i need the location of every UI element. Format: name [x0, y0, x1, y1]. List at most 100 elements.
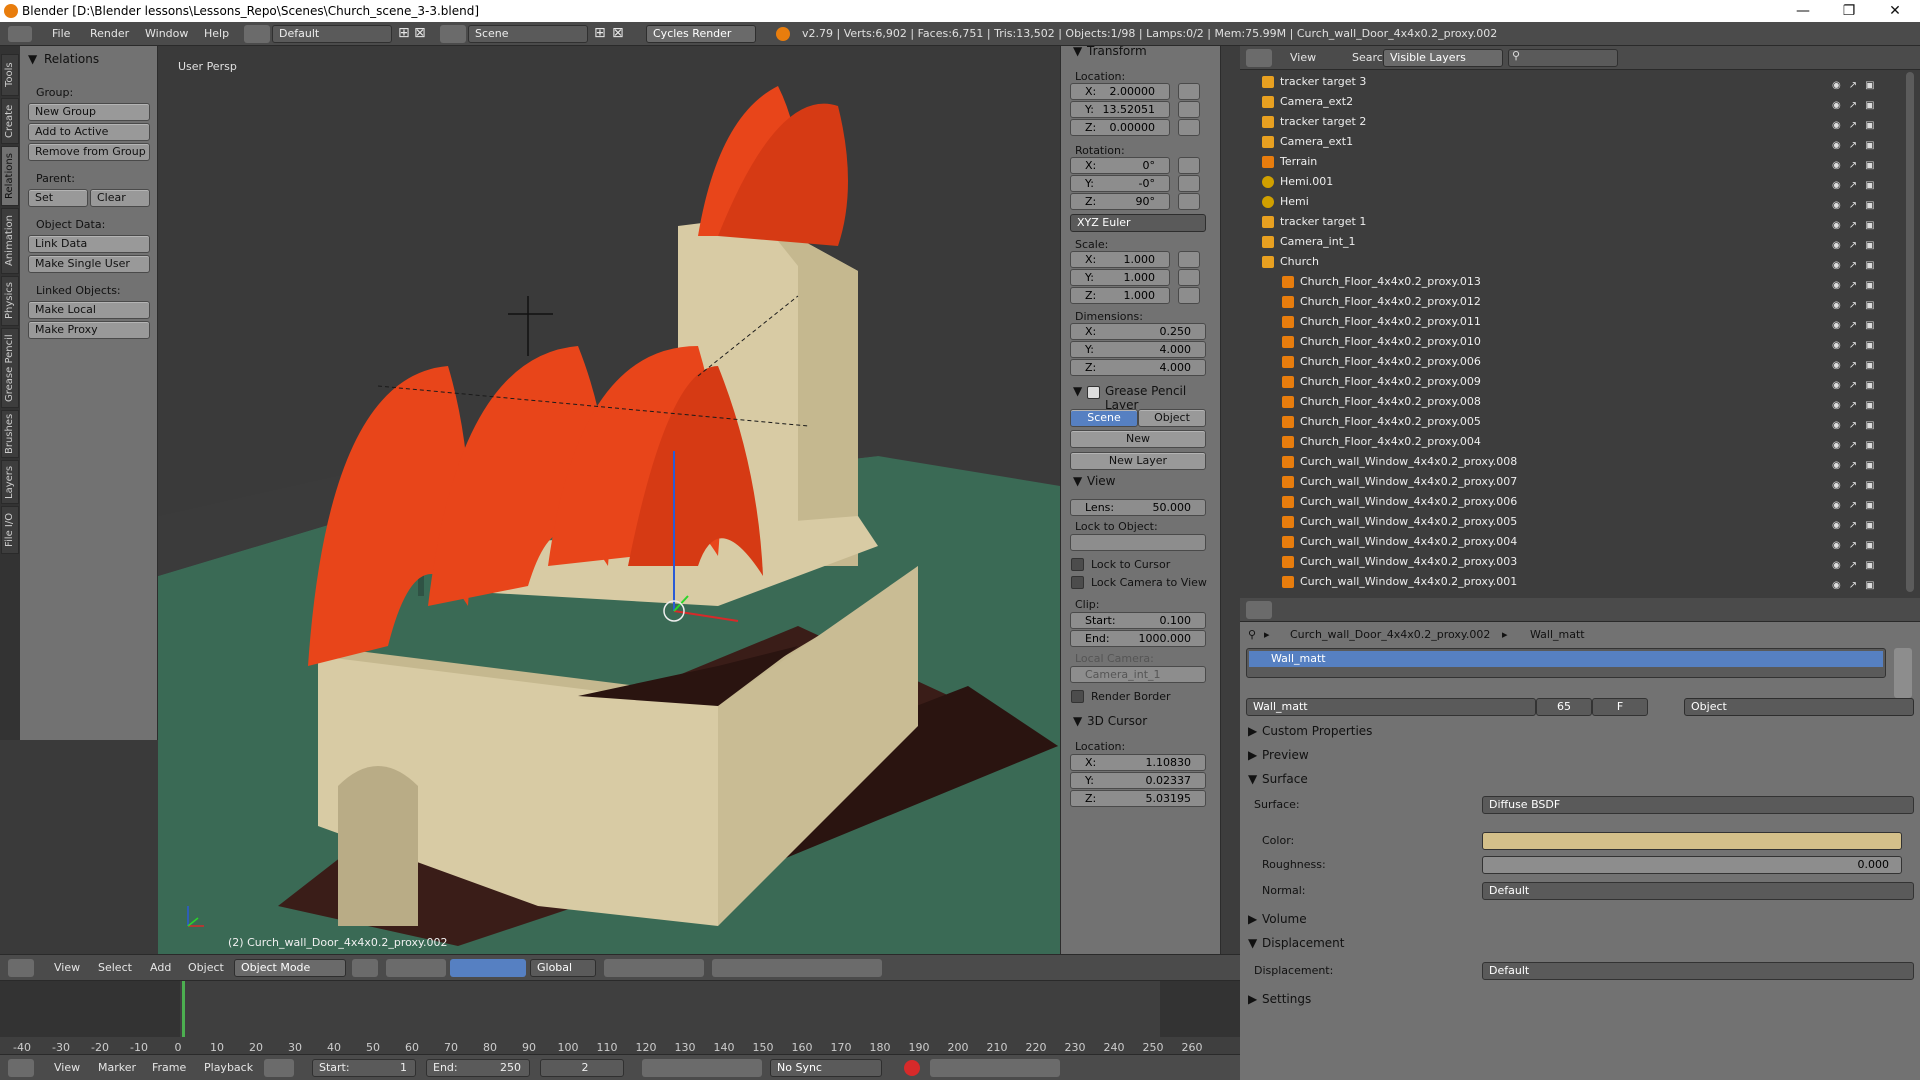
visibility-icons[interactable]: ◉↗▣	[1832, 576, 1892, 591]
displacement-field[interactable]: Default	[1482, 962, 1914, 980]
lock-icon[interactable]	[1178, 157, 1200, 174]
visibility-icons[interactable]: ◉↗▣	[1832, 396, 1892, 411]
menu-file[interactable]: File	[52, 27, 70, 40]
close-button[interactable]: ✕	[1872, 0, 1918, 22]
outliner-row[interactable]: Curch_wall_Window_4x4x0.2_proxy.004 ◉↗▣	[1240, 532, 1900, 552]
scene-icon[interactable]	[440, 25, 466, 43]
gp-new-layer-button[interactable]: New Layer	[1070, 452, 1206, 470]
menu-render[interactable]: Render	[90, 27, 129, 40]
3d-viewport[interactable]: User Persp (2) Curch_wall_Door_4x4x0.2_p…	[158, 46, 1060, 954]
current-frame-field[interactable]: 2	[540, 1059, 624, 1077]
outliner-row[interactable]: Church_Floor_4x4x0.2_proxy.012 ◉↗▣	[1240, 292, 1900, 312]
timeline[interactable]: -40 -30 -20 -10 0 10 20 30 40 50 60 70 80 90 100 110 120…	[0, 980, 1240, 1054]
snap-render-icons[interactable]	[712, 959, 882, 977]
visibility-icons[interactable]: ◉↗▣	[1832, 116, 1892, 131]
visibility-icons[interactable]: ◉↗▣	[1832, 476, 1892, 491]
tab-physics[interactable]: Physics	[1, 276, 19, 326]
scene-field[interactable]: Scene	[468, 25, 588, 43]
visibility-icons[interactable]: ◉↗▣	[1832, 516, 1892, 531]
location-z-field[interactable]: Z: 0.00000	[1070, 119, 1170, 136]
outliner-scrollbar[interactable]	[1906, 72, 1914, 592]
lock-icon[interactable]	[1178, 287, 1200, 304]
lock-icon[interactable]	[1178, 101, 1200, 118]
tab-create[interactable]: Create	[1, 98, 19, 144]
orientation-dropdown[interactable]: Global	[530, 959, 596, 977]
rotation-x-field[interactable]: X: 0°	[1070, 157, 1170, 174]
scale-y-field[interactable]: Y: 1.000	[1070, 269, 1170, 286]
outliner-row[interactable]: Church_Floor_4x4x0.2_proxy.010 ◉↗▣	[1240, 332, 1900, 352]
dimension-y-field[interactable]: Y: 4.000	[1070, 341, 1206, 358]
menu-help[interactable]: Help	[204, 27, 229, 40]
volume-expand-icon[interactable]: ▶	[1248, 912, 1257, 926]
slot-add-remove-buttons[interactable]	[1894, 648, 1912, 698]
pin-icon[interactable]: ⚲	[1248, 628, 1256, 641]
mode-dropdown[interactable]: Object Mode	[234, 959, 346, 977]
add-scene-icon[interactable]: ⊞	[594, 25, 606, 41]
material-users-count[interactable]: 65	[1536, 698, 1592, 716]
outliner-row[interactable]: Church_Floor_4x4x0.2_proxy.013 ◉↗▣	[1240, 272, 1900, 292]
timeline-editor-icon[interactable]	[8, 1059, 34, 1077]
visibility-icons[interactable]: ◉↗▣	[1832, 496, 1892, 511]
fake-user-button[interactable]: F	[1592, 698, 1648, 716]
gp-new-button[interactable]: New	[1070, 430, 1206, 448]
lock-icon[interactable]	[1178, 251, 1200, 268]
relations-collapse-icon[interactable]: ▼	[28, 52, 37, 66]
lock-to-cursor-checkbox[interactable]	[1071, 558, 1084, 571]
tab-brushes[interactable]: Brushes	[1, 410, 19, 458]
lock-icon[interactable]	[1178, 193, 1200, 210]
custom-properties-expand-icon[interactable]: ▶	[1248, 724, 1257, 738]
tab-relations[interactable]: Relations	[1, 146, 19, 206]
render-border-checkbox[interactable]	[1071, 690, 1084, 703]
current-frame-marker[interactable]	[182, 981, 185, 1037]
material-slot-selected[interactable]: Wall_matt	[1249, 651, 1883, 667]
outliner-row[interactable]: Hemi.001 ◉↗▣	[1240, 172, 1900, 192]
outliner-row[interactable]: Curch_wall_Window_4x4x0.2_proxy.005 ◉↗▣	[1240, 512, 1900, 532]
manipulator-icons[interactable]	[450, 959, 526, 977]
timeline-menu-frame[interactable]: Frame	[152, 1061, 186, 1074]
keying-set-field[interactable]	[930, 1059, 1060, 1077]
viewport-menu-add[interactable]: Add	[150, 961, 171, 974]
outliner-row[interactable]: Church_Floor_4x4x0.2_proxy.005 ◉↗▣	[1240, 412, 1900, 432]
remove-layout-icon[interactable]: ⊠	[414, 25, 426, 41]
grease-pencil-checkbox[interactable]	[1087, 386, 1100, 399]
view-collapse-icon[interactable]: ▼	[1073, 474, 1082, 488]
new-group-button[interactable]: New Group	[28, 103, 150, 121]
tab-grease-pencil[interactable]: Grease Pencil	[1, 328, 19, 408]
visibility-icons[interactable]: ◉↗▣	[1832, 176, 1892, 191]
location-x-field[interactable]: X: 2.00000	[1070, 83, 1170, 100]
outliner-row[interactable]: Curch_wall_Window_4x4x0.2_proxy.007 ◉↗▣	[1240, 472, 1900, 492]
outliner-editor-icon[interactable]	[1246, 49, 1272, 67]
parent-clear-button[interactable]: Clear	[90, 189, 150, 207]
visibility-icons[interactable]: ◉↗▣	[1832, 156, 1892, 171]
location-y-field[interactable]: Y: 13.52051	[1070, 101, 1170, 118]
visibility-icons[interactable]: ◉↗▣	[1832, 416, 1892, 431]
cursor-y-field[interactable]: Y: 0.02337	[1070, 772, 1206, 789]
outliner-row[interactable]: Curch_wall_Window_4x4x0.2_proxy.001 ◉↗▣	[1240, 572, 1900, 592]
surface-collapse-icon[interactable]: ▼	[1248, 772, 1257, 786]
rotation-z-field[interactable]: Z: 90°	[1070, 193, 1170, 210]
make-single-user-button[interactable]: Make Single User	[28, 255, 150, 273]
outliner-row[interactable]: Church_Floor_4x4x0.2_proxy.009 ◉↗▣	[1240, 372, 1900, 392]
viewport-menu-object[interactable]: Object	[188, 961, 224, 974]
material-slot-list[interactable]: Wall_matt	[1246, 648, 1886, 678]
record-icon[interactable]	[904, 1060, 920, 1076]
roughness-slider[interactable]: 0.000	[1482, 856, 1902, 874]
screen-layout-field[interactable]: Default	[272, 25, 392, 43]
clip-start-field[interactable]: Start: 0.100	[1070, 612, 1206, 629]
outliner-row[interactable]: Camera_ext1 ◉↗▣	[1240, 132, 1900, 152]
layout-icon[interactable]	[244, 25, 270, 43]
range-icons[interactable]	[264, 1059, 294, 1077]
timeline-menu-view[interactable]: View	[54, 1061, 80, 1074]
dimension-z-field[interactable]: Z: 4.000	[1070, 359, 1206, 376]
visibility-icons[interactable]: ◉↗▣	[1832, 316, 1892, 331]
local-camera-field[interactable]: Camera_int_1	[1070, 666, 1206, 683]
lock-to-object-field[interactable]	[1070, 534, 1206, 551]
display-mode-dropdown[interactable]: Visible Layers	[1383, 49, 1503, 67]
viewport-editor-icon[interactable]	[8, 959, 34, 977]
color-swatch[interactable]	[1482, 832, 1902, 850]
rotation-mode-dropdown[interactable]: XYZ Euler	[1070, 214, 1206, 232]
outliner-row[interactable]: Camera_ext2 ◉↗▣	[1240, 92, 1900, 112]
visibility-icons[interactable]: ◉↗▣	[1832, 436, 1892, 451]
material-name-field[interactable]: Wall_matt	[1246, 698, 1536, 716]
playback-controls[interactable]	[642, 1059, 762, 1077]
